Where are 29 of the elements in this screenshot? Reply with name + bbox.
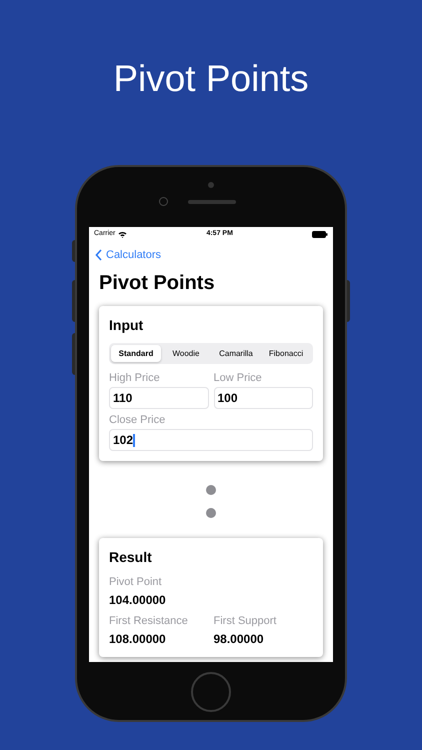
segment-tab[interactable]: Standard xyxy=(111,345,161,362)
field-label: Low Price xyxy=(214,371,263,385)
input-field[interactable]: 100 xyxy=(214,387,313,409)
page-title: Pivot Points xyxy=(99,271,216,296)
home-button[interactable] xyxy=(191,672,231,712)
field-label: High Price xyxy=(109,371,161,385)
battery-icon xyxy=(312,230,328,238)
input-field[interactable]: 110 xyxy=(109,387,208,409)
back-button[interactable]: Calculators xyxy=(95,248,162,262)
card-title: Input xyxy=(109,316,144,334)
front-camera xyxy=(159,197,168,206)
card-title: Result xyxy=(109,548,153,566)
result-label: Pivot Point xyxy=(109,575,163,589)
segment-tab[interactable]: Woodie xyxy=(161,345,211,362)
dot-indicator xyxy=(206,508,216,518)
result-value: 98.00000 xyxy=(214,631,265,647)
result-label: First Resistance xyxy=(109,614,189,628)
dot-indicator xyxy=(206,485,216,495)
result-value: 104.00000 xyxy=(109,592,167,608)
wifi-icon xyxy=(118,230,128,238)
result-value: 108.00000 xyxy=(109,631,167,647)
back-chevron-icon xyxy=(95,249,102,261)
segment-tab[interactable]: Fibonacci xyxy=(261,345,311,362)
result-label: First Support xyxy=(214,614,278,628)
input-field[interactable]: 102 xyxy=(109,429,313,451)
segment-tab[interactable]: Camarilla xyxy=(211,345,261,362)
headline: Pivot Points xyxy=(113,57,309,101)
field-label: Close Price xyxy=(109,413,166,427)
speaker-grille xyxy=(188,200,236,204)
